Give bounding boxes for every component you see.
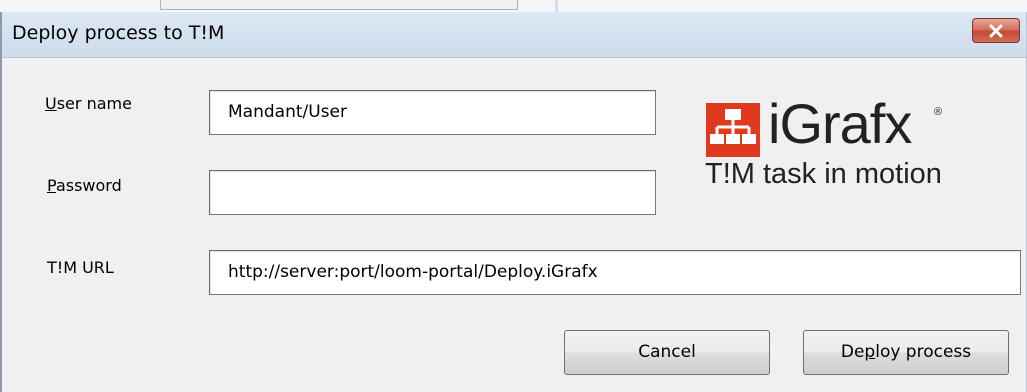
- close-button[interactable]: [972, 18, 1020, 43]
- deploy-process-button[interactable]: Deploy process: [803, 330, 1009, 375]
- title-bar: Deploy process to T!M: [2, 12, 1026, 58]
- username-label: User name: [45, 94, 132, 113]
- url-label: T!M URL: [47, 258, 114, 277]
- cancel-button[interactable]: Cancel: [564, 330, 770, 375]
- password-input[interactable]: [209, 170, 656, 215]
- background-control: [160, 0, 518, 10]
- process-map-icon: [706, 103, 760, 157]
- logo-tagline: T!M task in motion: [705, 158, 942, 190]
- logo-registered-mark: ®: [934, 106, 943, 118]
- logo-brand-text: iGrafx: [768, 92, 912, 155]
- close-icon: [989, 24, 1003, 37]
- username-input[interactable]: Mandant/User: [209, 90, 656, 135]
- deploy-dialog: Deploy process to T!M User name Mandant/…: [0, 12, 1027, 392]
- window-title: Deploy process to T!M: [12, 22, 225, 44]
- igrafx-logo: iGrafx ® T!M task in motion: [705, 88, 1006, 190]
- url-input[interactable]: http://server:port/loom-portal/Deploy.iG…: [209, 250, 1021, 295]
- password-label: Password: [47, 176, 122, 195]
